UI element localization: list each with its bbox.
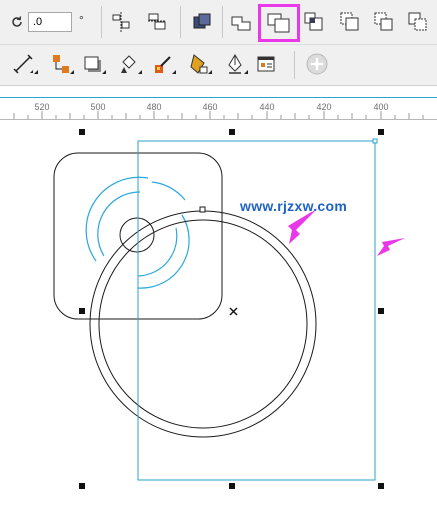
property-bar: ° — [0, 0, 437, 45]
large-circle-outer[interactable] — [89, 210, 317, 438]
selected-rectangle[interactable] — [137, 140, 376, 481]
rotation-angle-input[interactable] — [28, 12, 72, 32]
rotate-icon — [4, 9, 30, 35]
drawing-canvas[interactable] — [0, 120, 437, 516]
center-marker-icon[interactable] — [229, 307, 238, 316]
horizontal-ruler[interactable]: 520 500 480 460 440 420 400 — [0, 99, 437, 120]
watermark-text: www.rjzxw.com — [240, 198, 348, 214]
combine-shapes-icon[interactable] — [189, 9, 215, 35]
simplify-icon[interactable] — [337, 9, 363, 35]
canvas-drawing — [53, 129, 405, 489]
back-minus-front-icon[interactable] — [405, 9, 431, 35]
outer-blue-arc-right[interactable] — [137, 214, 190, 289]
separator — [180, 6, 181, 38]
flyout-indicators — [34, 70, 248, 74]
rectangle-node[interactable] — [372, 138, 378, 144]
intersect-icon[interactable] — [301, 9, 327, 35]
transform-order-icon[interactable] — [144, 9, 170, 35]
ruler-ticks — [13, 111, 424, 119]
front-minus-back-icon[interactable] — [371, 9, 397, 35]
separator — [222, 6, 223, 38]
outer-blue-arc-top[interactable] — [151, 181, 186, 201]
align-distribute-icon[interactable] — [108, 9, 134, 35]
outer-blue-arc[interactable] — [85, 176, 149, 262]
separator — [101, 6, 102, 38]
degree-label: ° — [79, 13, 84, 27]
trim-button-highlight[interactable] — [258, 4, 300, 42]
document-tab-strip — [0, 86, 437, 98]
pointer-arrow-icon — [377, 238, 405, 256]
inner-blue-arc-bottom[interactable] — [137, 227, 178, 277]
circle-node[interactable] — [199, 206, 206, 213]
weld-icon[interactable] — [229, 9, 255, 35]
large-circle-inner[interactable] — [98, 219, 308, 429]
trim-icon[interactable] — [266, 10, 292, 36]
